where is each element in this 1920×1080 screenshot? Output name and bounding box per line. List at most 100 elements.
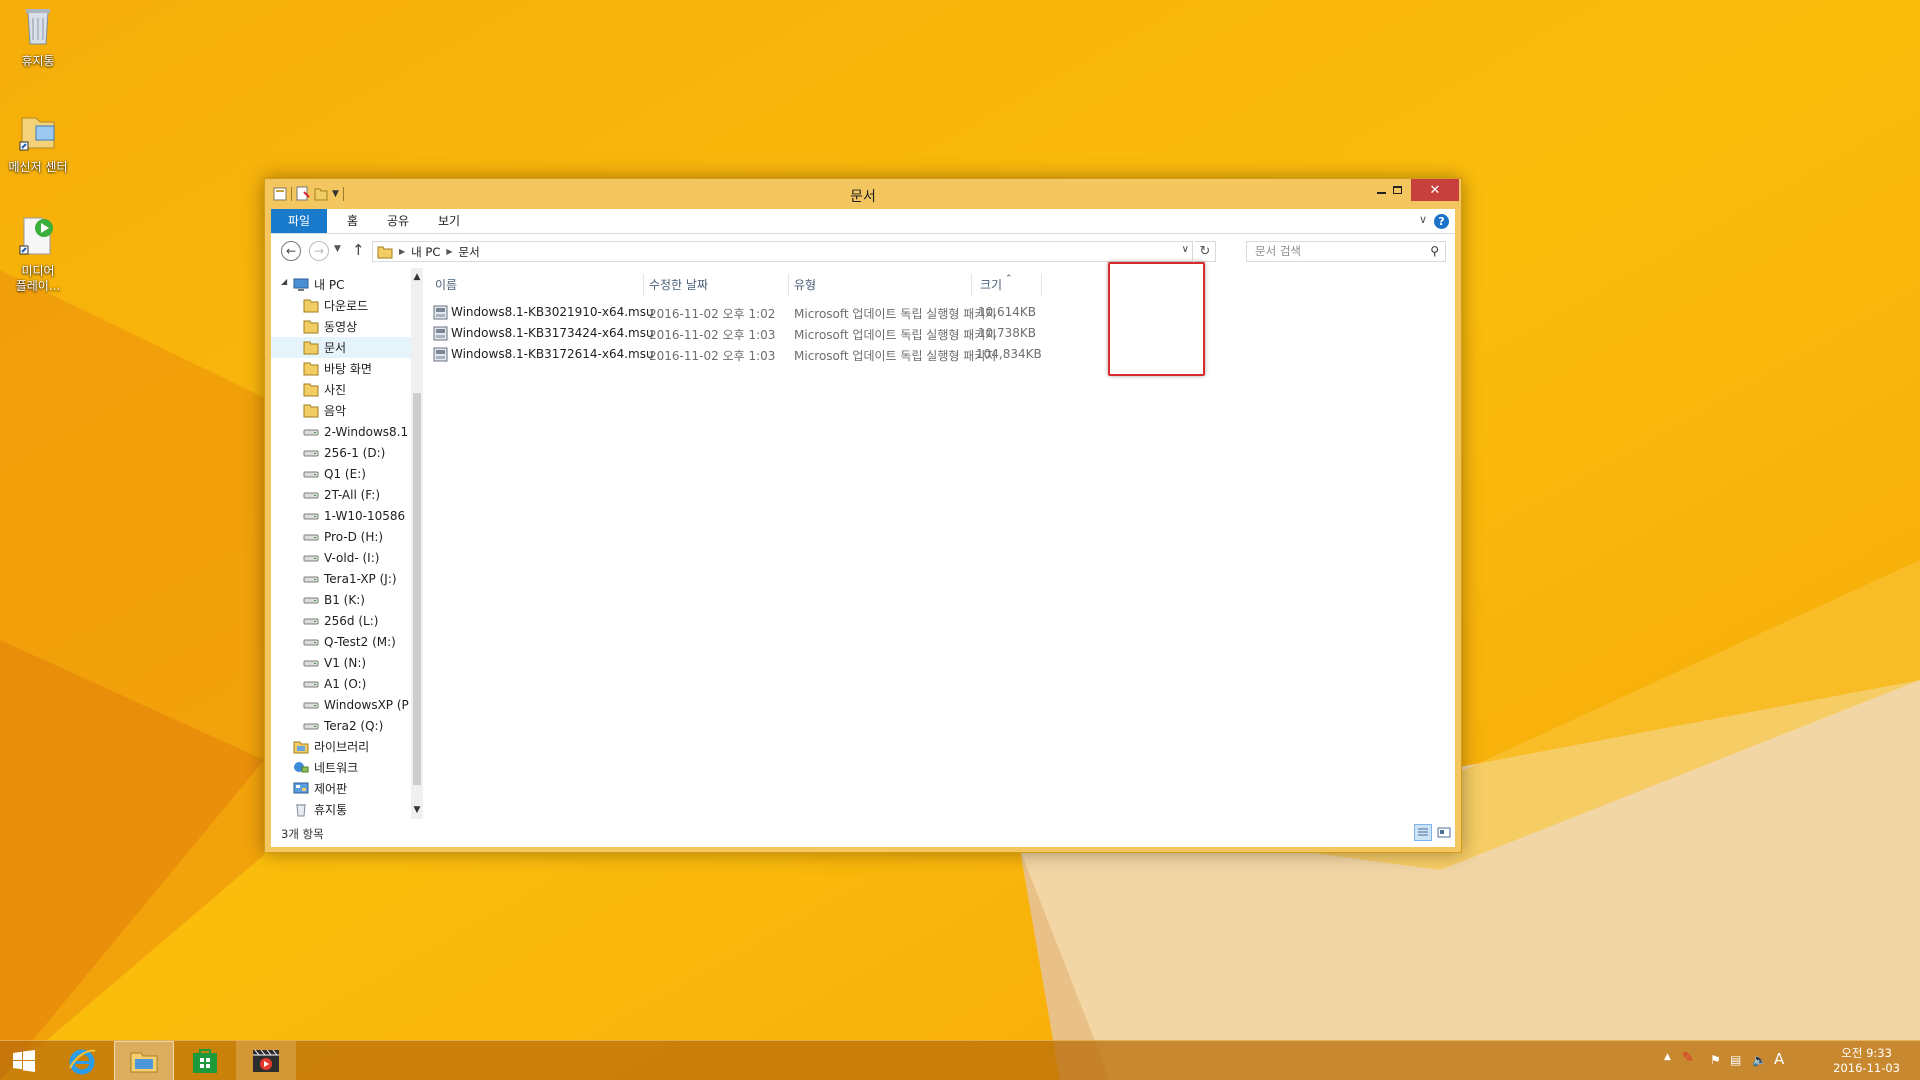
nav-tree-item-label: 라이브러리	[314, 740, 370, 754]
nav-tree-item-label: Tera2 (Q:)	[324, 718, 384, 733]
file-date: 2016-11-02 오후 1:03	[649, 349, 776, 363]
control-panel-icon	[293, 781, 314, 796]
nav-tree-item[interactable]: 사진	[271, 379, 411, 400]
taskbar-internet-explorer[interactable]	[52, 1041, 112, 1080]
tab-share[interactable]: 공유	[377, 209, 419, 233]
taskbar-file-explorer[interactable]	[114, 1041, 174, 1080]
size-column-highlight-box	[1108, 262, 1205, 376]
nav-tree-item[interactable]: B1 (K:)	[271, 589, 411, 610]
back-button[interactable]: ←	[281, 241, 301, 261]
taskbar-media-player[interactable]	[236, 1041, 296, 1080]
help-icon[interactable]: ?	[1434, 214, 1449, 229]
file-type: Microsoft 업데이트 독립 실행형 패키지	[794, 328, 997, 342]
nav-tree-item-label: 2T-All (F:)	[324, 487, 380, 502]
search-box[interactable]: 문서 검색 ⚲	[1246, 241, 1446, 262]
nav-tree-item[interactable]: 동영상	[271, 316, 411, 337]
nav-tree-item[interactable]: 256d (L:)	[271, 610, 411, 631]
show-hidden-icons-chevron-icon[interactable]: ▲	[1664, 1052, 1671, 1062]
nav-tree-item[interactable]: A1 (O:)	[271, 673, 411, 694]
tab-home[interactable]: 홈	[337, 209, 368, 233]
file-list: 이름 수정한 날짜 유형 크기 ⌃ Windows8.1-KB3021910-x…	[431, 268, 1451, 819]
up-button[interactable]: ↑	[352, 241, 365, 259]
large-icons-view-button[interactable]	[1435, 824, 1453, 841]
breadcrumb-documents[interactable]: 문서	[459, 244, 480, 260]
breadcrumb-my-pc[interactable]: 내 PC	[411, 244, 440, 260]
nav-tree-item[interactable]: 바탕 화면	[271, 358, 411, 379]
nav-tree-item[interactable]: 256-1 (D:)	[271, 442, 411, 463]
navigation-pane-scrollbar[interactable]: ▲ ▼	[411, 268, 423, 819]
desktop-icon-media-player[interactable]: 미디어 플레이...	[0, 214, 76, 294]
scroll-down-icon[interactable]: ▼	[411, 805, 423, 815]
drive-icon	[303, 613, 324, 628]
nav-tree-item[interactable]: 음악	[271, 400, 411, 421]
maximize-button[interactable]	[1381, 179, 1413, 201]
desktop-icon-recycle-bin[interactable]: 휴지통	[0, 4, 76, 69]
nav-tree-item[interactable]: 문서	[271, 337, 411, 358]
nav-tree-item[interactable]: 2-Windows8.1	[271, 421, 411, 442]
tab-file[interactable]: 파일	[271, 209, 327, 233]
forward-button[interactable]: →	[309, 241, 329, 261]
nav-tree-item[interactable]: 라이브러리	[271, 736, 411, 757]
file-size: 10,614KB	[977, 305, 1036, 319]
nav-tree-item[interactable]: 2T-All (F:)	[271, 484, 411, 505]
nav-tree-item-label: 문서	[324, 341, 347, 355]
nav-tree-item[interactable]: 네트워크	[271, 757, 411, 778]
nav-tree-item[interactable]: Pro-D (H:)	[271, 526, 411, 547]
column-header-name[interactable]: 이름	[435, 274, 457, 296]
column-divider[interactable]	[971, 274, 972, 296]
scroll-up-icon[interactable]: ▲	[411, 272, 423, 282]
action-center-flag-icon[interactable]: ⚑	[1710, 1053, 1721, 1067]
taskbar-store[interactable]	[175, 1041, 235, 1080]
address-dropdown-icon[interactable]: ∨	[1182, 244, 1189, 255]
column-header-date[interactable]: 수정한 날짜	[649, 274, 708, 296]
nav-tree-item-label: WindowsXP (P	[324, 697, 409, 712]
nav-tree-item[interactable]: ◢ 내 PC	[271, 274, 411, 295]
nav-tree-item[interactable]: V1 (N:)	[271, 652, 411, 673]
search-icon[interactable]: ⚲	[1430, 242, 1439, 261]
nav-tree-item[interactable]: Q-Test2 (M:)	[271, 631, 411, 652]
nav-tree-item[interactable]: 제어판	[271, 778, 411, 799]
nav-tree-item-label: Q-Test2 (M:)	[324, 634, 396, 649]
taskbar-clock[interactable]: 오전 9:33 2016-11-03	[1833, 1046, 1900, 1076]
close-button[interactable]: ✕	[1411, 179, 1459, 201]
column-divider[interactable]	[643, 274, 644, 296]
title-bar[interactable]: ▼ 문서 ✕	[265, 179, 1461, 209]
column-header-type[interactable]: 유형	[794, 274, 816, 296]
nav-tree-item[interactable]: 휴지통	[271, 799, 411, 819]
file-row[interactable]: Windows8.1-KB3172614-x64.msu 2016-11-02 오…	[431, 344, 1111, 365]
address-bar[interactable]: ▶ 내 PC ▶ 문서 ∨	[372, 241, 1193, 262]
refresh-button[interactable]: ↻	[1195, 241, 1216, 262]
column-divider[interactable]	[1041, 274, 1042, 296]
nav-tree-item[interactable]: Tera2 (Q:)	[271, 715, 411, 736]
nav-tree-item[interactable]: WindowsXP (P	[271, 694, 411, 715]
nav-tree-item[interactable]: Q1 (E:)	[271, 463, 411, 484]
column-header-size[interactable]: 크기	[980, 274, 1002, 296]
expand-ribbon-chevron-icon[interactable]: ∨	[1419, 213, 1427, 226]
sort-ascending-icon: ⌃	[1005, 274, 1013, 284]
drive-icon	[303, 445, 324, 460]
input-method-indicator[interactable]: A	[1774, 1050, 1784, 1068]
column-divider[interactable]	[788, 274, 789, 296]
details-view-button[interactable]	[1414, 824, 1432, 841]
file-row[interactable]: Windows8.1-KB3021910-x64.msu 2016-11-02 오…	[431, 302, 1111, 323]
volume-icon[interactable]: 🔈	[1752, 1053, 1767, 1067]
recent-locations-chevron-icon[interactable]: ▼	[334, 244, 341, 254]
nav-tree-item[interactable]: 다운로드	[271, 295, 411, 316]
nav-tree-item[interactable]: Tera1-XP (J:)	[271, 568, 411, 589]
breadcrumb-separator-icon[interactable]: ▶	[399, 247, 405, 256]
tree-expanded-chevron-icon[interactable]: ◢	[281, 277, 287, 286]
nav-tree-item[interactable]: 1-W10-10586	[271, 505, 411, 526]
file-row[interactable]: Windows8.1-KB3173424-x64.msu 2016-11-02 오…	[431, 323, 1111, 344]
file-date: 2016-11-02 오후 1:02	[649, 307, 776, 321]
desktop-icon-messenger-center[interactable]: 메신저 센터	[0, 110, 76, 175]
pen-tool-icon[interactable]: ✎	[1682, 1050, 1694, 1066]
tab-view[interactable]: 보기	[428, 209, 470, 233]
drive-icon	[303, 571, 324, 586]
start-button[interactable]	[0, 1041, 48, 1080]
window-title: 문서	[850, 189, 876, 205]
network-icon[interactable]: ▤	[1730, 1053, 1741, 1067]
folder-icon	[303, 403, 324, 418]
nav-tree-item[interactable]: V-old- (I:)	[271, 547, 411, 568]
breadcrumb-separator-icon[interactable]: ▶	[446, 247, 452, 256]
scrollbar-thumb[interactable]	[413, 393, 421, 785]
